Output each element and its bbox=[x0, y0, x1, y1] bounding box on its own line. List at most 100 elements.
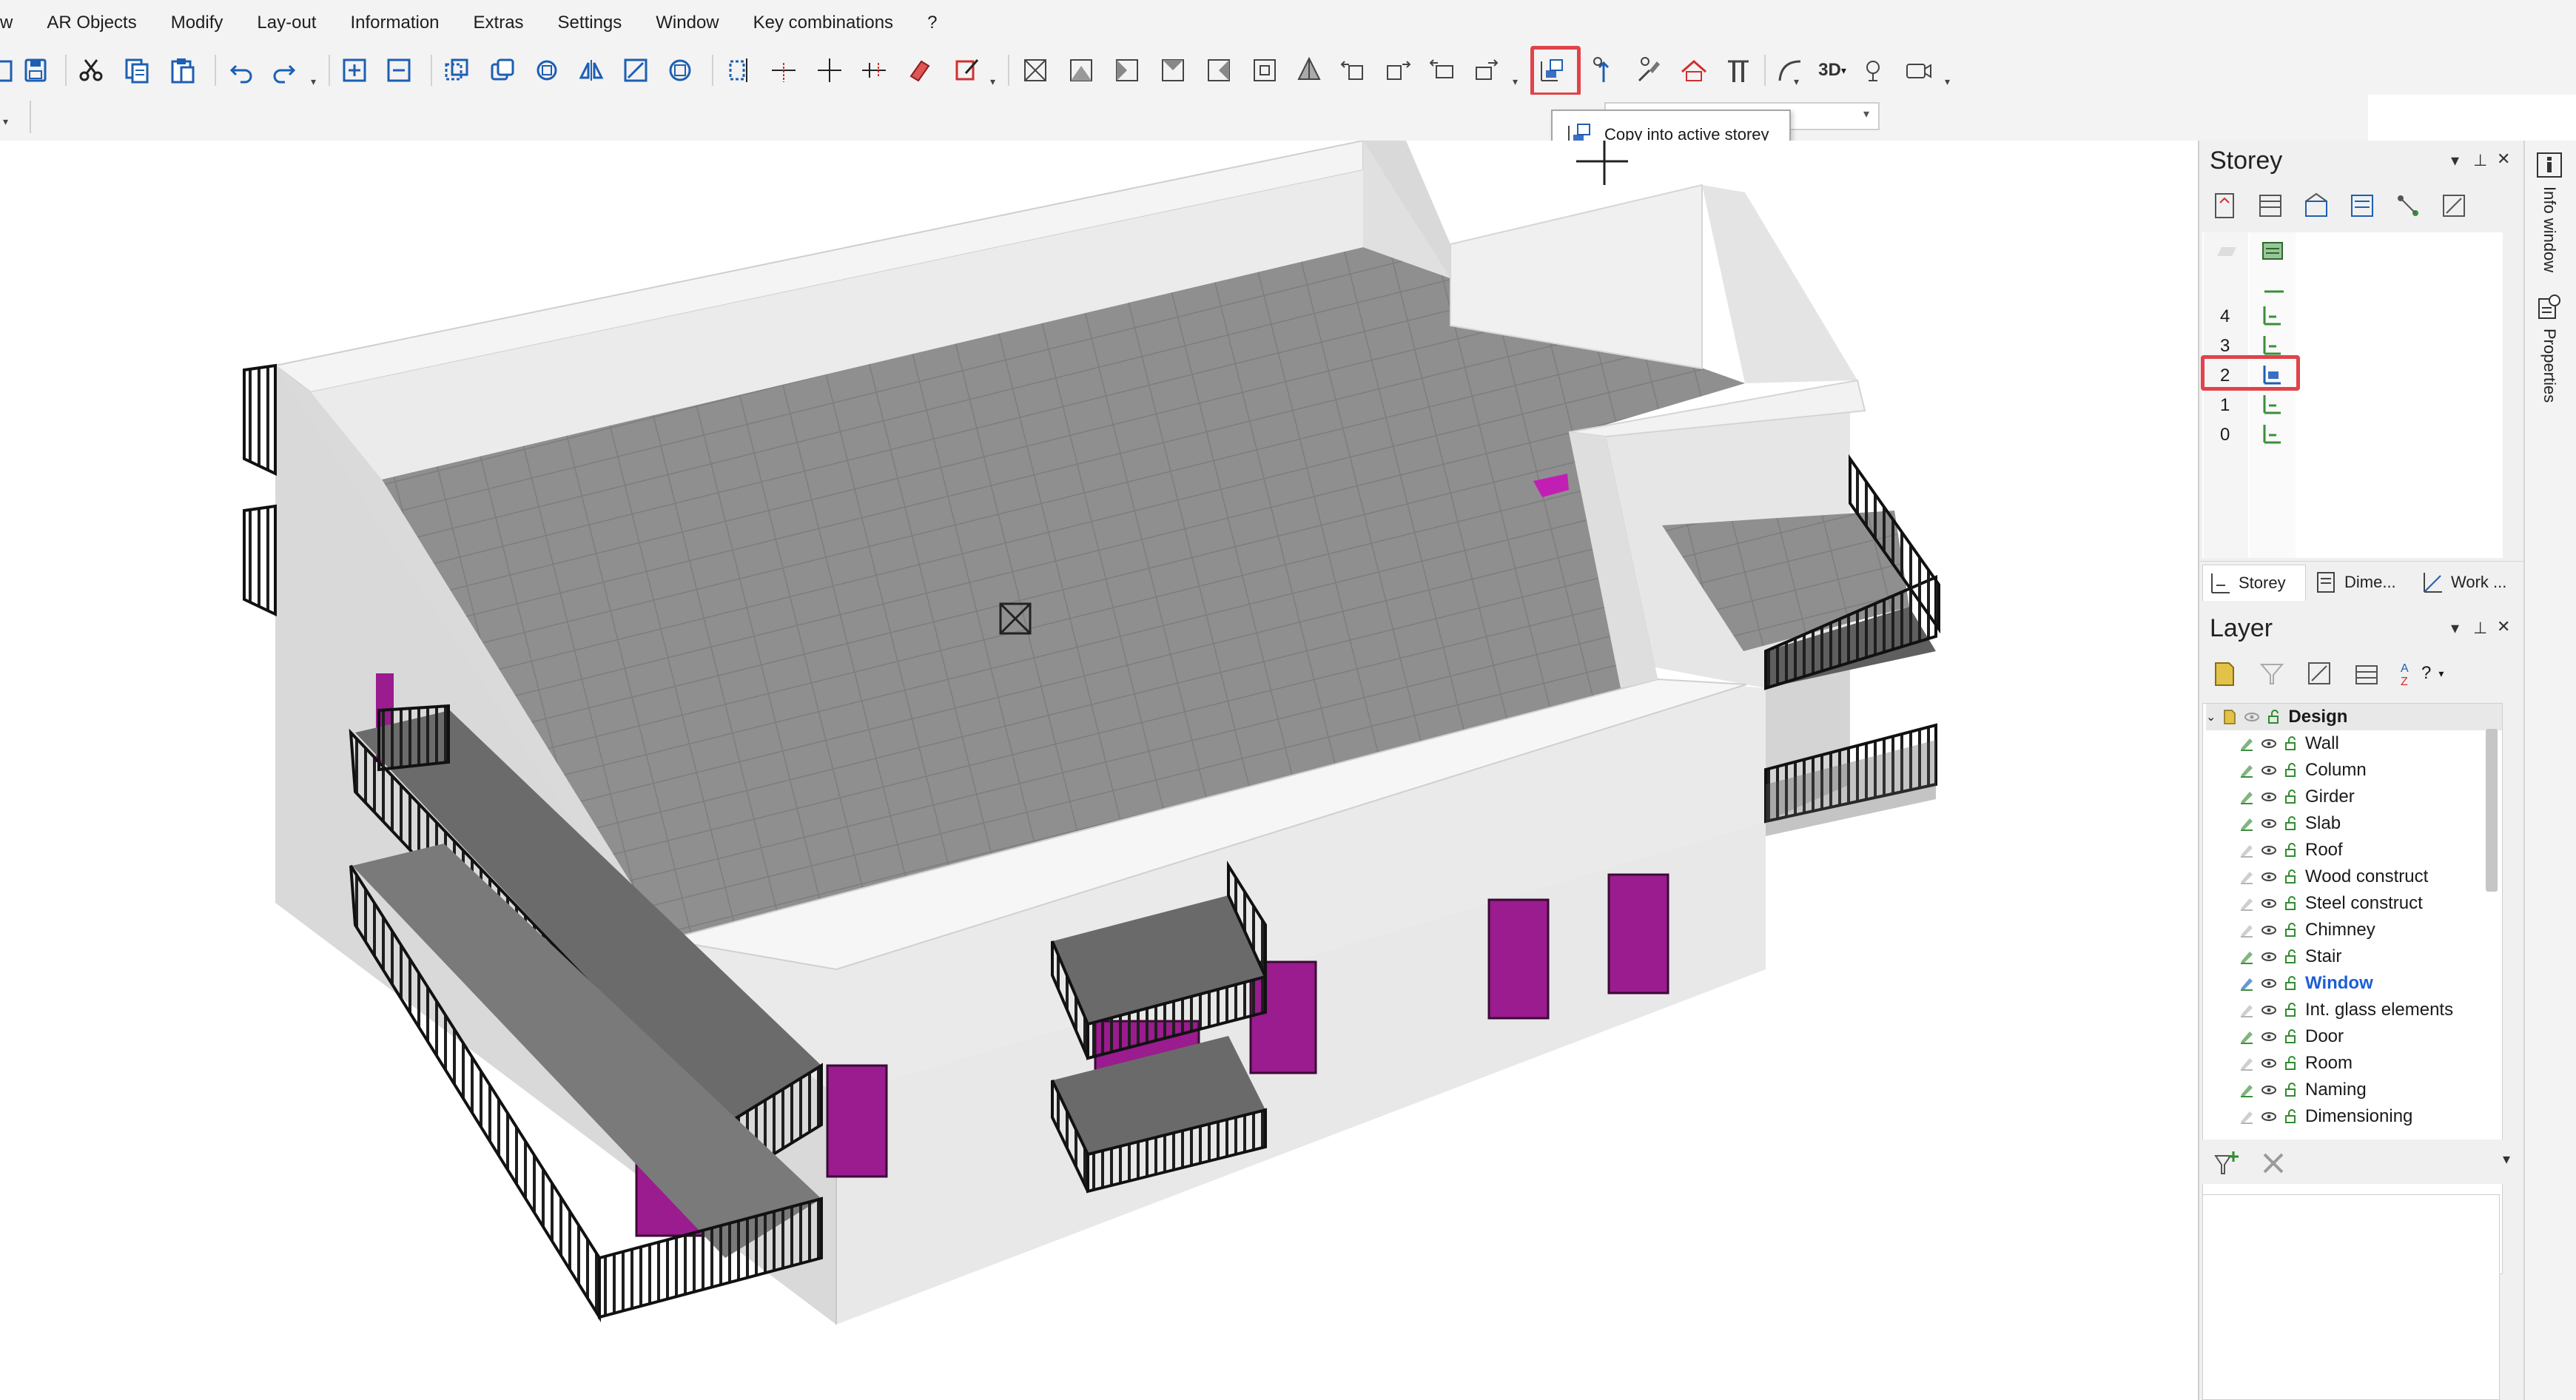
column-tool-icon[interactable] bbox=[1721, 53, 1755, 87]
filter-chevron-down-icon[interactable]: ▾ bbox=[2503, 1150, 2510, 1168]
copy-element-icon[interactable] bbox=[440, 53, 474, 87]
layer-panel-pin-icon[interactable]: ⊥ bbox=[2473, 619, 2487, 638]
lock-open-icon[interactable] bbox=[2283, 1002, 2299, 1018]
box-2-icon[interactable] bbox=[1064, 53, 1098, 87]
transfer-icon[interactable] bbox=[1470, 53, 1504, 87]
dimension-line-icon[interactable] bbox=[857, 53, 891, 87]
menu-item-settings[interactable]: Settings bbox=[540, 0, 639, 46]
storey-panel-pin-icon[interactable]: ⊥ bbox=[2473, 151, 2487, 170]
brush-icon[interactable] bbox=[1632, 53, 1667, 87]
paste-icon[interactable] bbox=[166, 53, 200, 87]
layer-sort-button[interactable]: AZ ? ▾ bbox=[2399, 659, 2444, 688]
layer-draw-icon[interactable] bbox=[2239, 762, 2255, 778]
layer-draw-icon[interactable] bbox=[2239, 815, 2255, 832]
lock-open-icon[interactable] bbox=[2283, 1082, 2299, 1098]
eye-icon[interactable] bbox=[2261, 1082, 2277, 1098]
layer-row[interactable]: Stair bbox=[2239, 943, 2502, 970]
move-left-icon[interactable] bbox=[1336, 53, 1371, 87]
undo-icon[interactable] bbox=[225, 53, 259, 87]
eye-icon[interactable] bbox=[2261, 736, 2277, 752]
tab-storey[interactable]: Storey bbox=[2202, 565, 2306, 601]
menu-item-ar-objects[interactable]: AR Objects bbox=[29, 0, 152, 46]
storey-link-icon[interactable] bbox=[2393, 191, 2423, 221]
layer-row[interactable]: Column bbox=[2239, 757, 2502, 784]
storey-level-icon[interactable] bbox=[2261, 334, 2284, 355]
storey-number[interactable]: 0 bbox=[2220, 425, 2230, 445]
layer-draw-icon[interactable] bbox=[2239, 895, 2255, 912]
curve-icon[interactable] bbox=[1773, 53, 1807, 87]
layer-draw-icon[interactable] bbox=[2239, 789, 2255, 805]
storey-panel-close-icon[interactable]: ✕ bbox=[2497, 149, 2510, 169]
storey-number[interactable]: 1 bbox=[2220, 395, 2230, 416]
layer-group-design[interactable]: ⌄ Design bbox=[2206, 704, 2502, 730]
layer-draw-icon[interactable] bbox=[2239, 1029, 2255, 1045]
view-3d-icon[interactable]: 3D ▾ bbox=[1812, 53, 1853, 87]
layer-draw-icon[interactable] bbox=[2239, 922, 2255, 938]
layer-panel-menu-icon[interactable]: ▾ bbox=[2451, 619, 2459, 638]
raise-storey-icon[interactable] bbox=[1587, 53, 1621, 87]
storey-number[interactable]: 4 bbox=[2220, 306, 2230, 327]
lock-open-icon[interactable] bbox=[2283, 815, 2299, 832]
eye-icon[interactable] bbox=[2261, 869, 2277, 885]
layer-draw-icon[interactable] bbox=[2239, 736, 2255, 752]
eye-icon[interactable] bbox=[2261, 842, 2277, 858]
lock-open-icon[interactable] bbox=[2283, 895, 2299, 912]
zoom-in-icon[interactable] bbox=[337, 53, 371, 87]
edit-pen-icon[interactable] bbox=[950, 53, 984, 87]
3d-viewport[interactable] bbox=[0, 141, 2198, 1400]
layer-row[interactable]: Naming bbox=[2239, 1077, 2502, 1103]
remove-filter-icon[interactable] bbox=[2259, 1148, 2288, 1178]
storey-resize-icon[interactable] bbox=[2439, 191, 2469, 221]
eye-icon[interactable] bbox=[2261, 1055, 2277, 1071]
lock-open-icon[interactable] bbox=[2283, 869, 2299, 885]
layer-row[interactable]: Roof bbox=[2239, 837, 2502, 864]
lock-open-icon[interactable] bbox=[2283, 1029, 2299, 1045]
menu-item-information[interactable]: Information bbox=[332, 0, 455, 46]
tab-workplane[interactable]: Work ... bbox=[2415, 565, 2523, 600]
rotate-icon[interactable] bbox=[530, 53, 564, 87]
menu-item-key-combinations[interactable]: Key combinations bbox=[736, 0, 909, 46]
eye-icon[interactable] bbox=[2261, 895, 2277, 912]
eye-icon[interactable] bbox=[2261, 762, 2277, 778]
mirror-icon[interactable] bbox=[574, 53, 608, 87]
menu-item-layout[interactable]: Lay-out bbox=[239, 0, 332, 46]
menu-item-modify[interactable]: Modify bbox=[153, 0, 240, 46]
properties-tab[interactable]: Properties bbox=[2531, 293, 2568, 403]
eye-icon[interactable] bbox=[2261, 949, 2277, 965]
storey-list-icon[interactable] bbox=[2256, 191, 2285, 221]
box-6-icon[interactable] bbox=[1248, 53, 1282, 87]
storey-number[interactable]: 3 bbox=[2220, 336, 2230, 357]
layer-tree-scrollbar[interactable] bbox=[2486, 729, 2498, 892]
lock-open-icon[interactable] bbox=[2283, 949, 2299, 965]
eye-icon[interactable] bbox=[2244, 709, 2260, 725]
eye-icon[interactable] bbox=[2261, 1002, 2277, 1018]
layer-draw-icon[interactable] bbox=[2239, 975, 2255, 992]
layer-book-icon[interactable] bbox=[2210, 659, 2239, 688]
eye-icon[interactable] bbox=[2261, 815, 2277, 832]
move-right-icon[interactable] bbox=[1381, 53, 1415, 87]
storey-building-icon[interactable] bbox=[2301, 191, 2331, 221]
transfer-left-icon[interactable] bbox=[1425, 53, 1459, 87]
save-icon-partial[interactable] bbox=[0, 53, 19, 87]
menu-item-extras[interactable]: Extras bbox=[456, 0, 540, 46]
roof-icon[interactable] bbox=[1677, 53, 1711, 87]
layer-row[interactable]: Wood construct bbox=[2239, 864, 2502, 890]
eye-icon[interactable] bbox=[2261, 975, 2277, 992]
layer-draw-icon[interactable] bbox=[2239, 842, 2255, 858]
duplicate-icon[interactable] bbox=[485, 53, 519, 87]
eye-icon[interactable] bbox=[2261, 1029, 2277, 1045]
layer-draw-icon[interactable] bbox=[2239, 869, 2255, 885]
cut-icon[interactable] bbox=[74, 53, 108, 87]
prism-icon[interactable] bbox=[1292, 53, 1326, 87]
add-filter-icon[interactable] bbox=[2211, 1148, 2241, 1178]
scale-icon[interactable] bbox=[619, 53, 653, 87]
save-as-icon[interactable] bbox=[19, 53, 53, 87]
lock-open-icon[interactable] bbox=[2283, 1055, 2299, 1071]
layer-row[interactable]: Int. glass elements bbox=[2239, 997, 2502, 1023]
layer-row[interactable]: Slab bbox=[2239, 810, 2502, 837]
layer-draw-icon[interactable] bbox=[2239, 1002, 2255, 1018]
eye-icon[interactable] bbox=[2261, 1108, 2277, 1125]
layer-resize-icon[interactable] bbox=[2304, 659, 2334, 688]
layer-draw-icon[interactable] bbox=[2239, 1108, 2255, 1125]
light-icon[interactable] bbox=[1856, 53, 1890, 87]
